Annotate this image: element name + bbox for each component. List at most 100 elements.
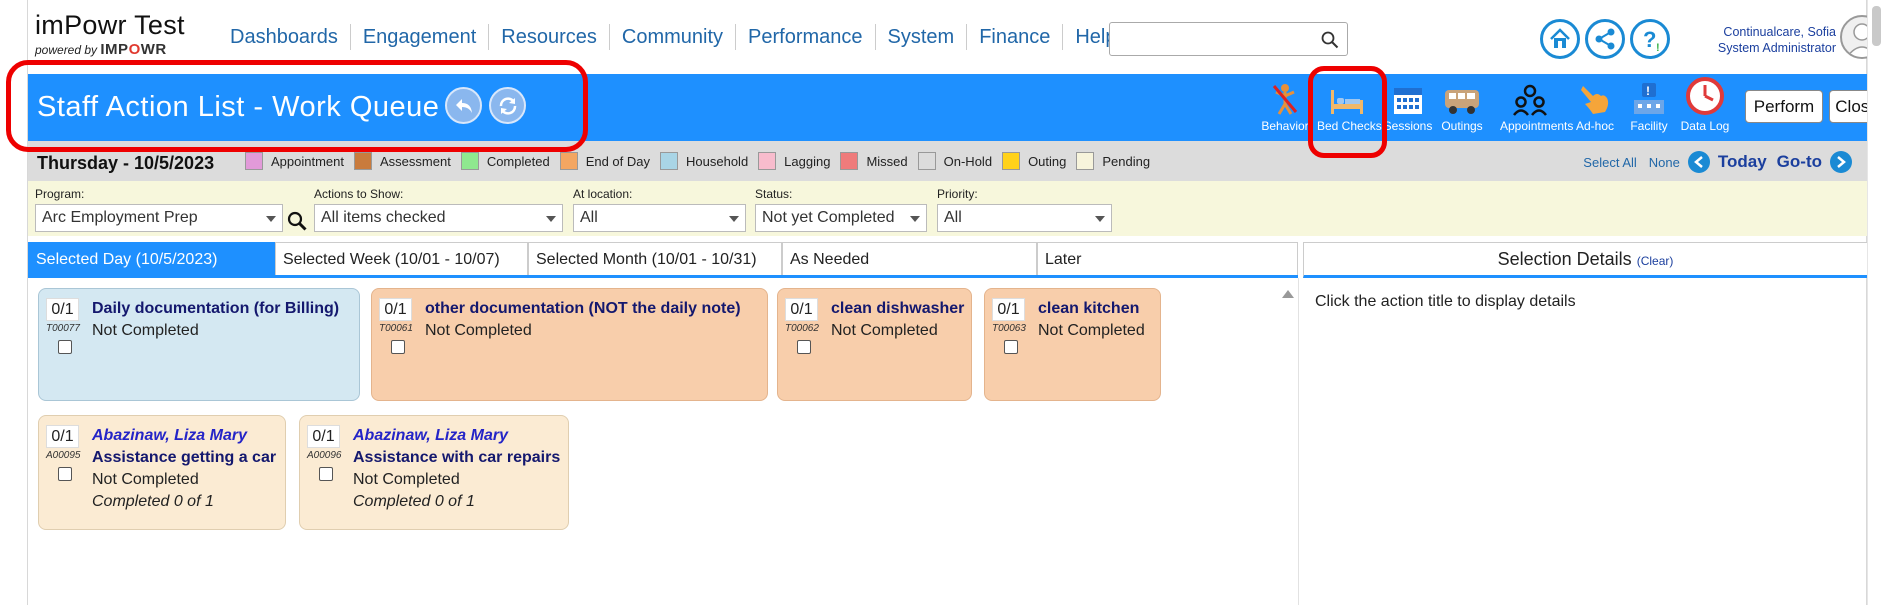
nav-performance[interactable]: Performance	[736, 24, 876, 50]
action-title[interactable]: Assistance with car repairs	[353, 449, 560, 467]
action-checkbox[interactable]	[391, 340, 405, 354]
action-progress: Completed 0 of 1	[92, 493, 214, 510]
tab-as-needed[interactable]: As Needed	[782, 242, 1037, 275]
legend-item: Outing	[1002, 152, 1066, 170]
status-select[interactable]: Not yet Completed	[755, 204, 927, 232]
nav-community[interactable]: Community	[610, 24, 737, 50]
program-select[interactable]: Arc Employment Prep	[35, 204, 283, 232]
client-name[interactable]: Abazinaw, Liza Mary	[353, 427, 508, 445]
action-status: Not Completed	[1038, 322, 1145, 339]
action-title[interactable]: other documentation (NOT the daily note)	[425, 300, 741, 318]
user-name: Continualcare, Sofia	[1723, 25, 1836, 39]
tool-label: Appointments	[1500, 119, 1574, 133]
brand-title: imPowr Test	[35, 10, 185, 40]
legend-swatch	[917, 152, 936, 170]
tool-outings[interactable]: Outings	[1432, 78, 1492, 133]
client-name[interactable]: Abazinaw, Liza Mary	[92, 427, 247, 445]
share-icon[interactable]	[1585, 19, 1625, 59]
nav-resources[interactable]: Resources	[489, 24, 610, 50]
scrollbar[interactable]	[1867, 0, 1886, 605]
chevron-down-icon	[266, 216, 276, 222]
tab-selected-day[interactable]: Selected Day (10/5/2023)	[28, 242, 275, 275]
action-checkbox[interactable]	[1004, 340, 1018, 354]
nav-dashboards[interactable]: Dashboards	[218, 24, 351, 50]
location-select[interactable]: All	[573, 204, 746, 232]
clear-link[interactable]: (Clear)	[1637, 254, 1674, 268]
brand[interactable]: imPowr Test powered by IMPOWR	[35, 10, 185, 58]
legend-swatch	[1076, 152, 1095, 170]
tool-label: Data Log	[1680, 119, 1730, 133]
action-status: Not Completed	[425, 322, 532, 339]
action-title[interactable]: Daily documentation (for Billing)	[92, 300, 339, 318]
perform-button[interactable]: Perform	[1745, 90, 1823, 123]
action-card[interactable]: 0/1 T00063 clean kitchen Not Completed	[984, 288, 1161, 401]
next-day-icon[interactable]	[1830, 151, 1852, 173]
legend-swatch	[840, 152, 859, 170]
priority-select[interactable]: All	[937, 204, 1112, 232]
action-title[interactable]: clean dishwasher	[831, 300, 964, 318]
tool-ad-hoc[interactable]: Ad-hoc	[1565, 78, 1625, 133]
search-icon[interactable]	[1321, 31, 1339, 49]
action-checkbox[interactable]	[797, 340, 811, 354]
today-button[interactable]: Today	[1718, 152, 1767, 172]
select-all-link[interactable]: Select All	[1583, 155, 1636, 170]
action-checkbox[interactable]	[319, 467, 333, 481]
priority-label: Priority:	[937, 187, 978, 201]
tab-selected-week[interactable]: Selected Week (10/01 - 10/07)	[275, 242, 528, 275]
selected-date: Thursday - 10/5/2023	[37, 153, 215, 173]
tab-later[interactable]: Later	[1037, 242, 1298, 275]
tool-data-log[interactable]: Data Log	[1675, 77, 1735, 133]
legend-item: End of Day	[559, 152, 650, 170]
action-title[interactable]: clean kitchen	[1038, 300, 1139, 318]
search-input[interactable]	[1109, 22, 1348, 56]
user-info[interactable]: Continualcare, Sofia System Administrato…	[1688, 24, 1836, 56]
scrollbar-thumb[interactable]	[1872, 6, 1881, 46]
tool-facility[interactable]: ! Facility	[1619, 78, 1679, 133]
chevron-down-icon	[1095, 216, 1105, 222]
goto-button[interactable]: Go-to	[1777, 152, 1822, 172]
action-card[interactable]: 0/1 T00077 Daily documentation (for Bill…	[38, 288, 360, 401]
action-card[interactable]: 0/1 A00096 Abazinaw, Liza Mary Assistanc…	[299, 415, 569, 530]
nav-engagement[interactable]: Engagement	[351, 24, 490, 50]
tool-label: Behavior	[1261, 119, 1309, 133]
tool-behavior[interactable]: Behavior	[1255, 78, 1315, 133]
legend-item: Completed	[460, 152, 550, 170]
action-card[interactable]: 0/1 T00062 clean dishwasher Not Complete…	[777, 288, 972, 401]
action-code: A00095	[46, 450, 81, 461]
tool-sessions[interactable]: Sessions	[1378, 78, 1438, 133]
status-legend: Appointment Assessment Completed End of …	[245, 152, 1160, 170]
search-icon[interactable]	[287, 211, 307, 231]
select-none-link[interactable]: None	[1649, 155, 1680, 170]
hand-icon	[1565, 78, 1625, 116]
action-card[interactable]: 0/1 A00095 Abazinaw, Liza Mary Assistanc…	[38, 415, 286, 530]
tool-label: Sessions	[1383, 119, 1433, 133]
tab-selected-month[interactable]: Selected Month (10/01 - 10/31)	[528, 242, 782, 275]
chevron-down-icon	[546, 216, 556, 222]
nav-system[interactable]: System	[876, 24, 968, 50]
facility-icon: !	[1619, 78, 1679, 116]
tool-appointments[interactable]: Appointments	[1500, 78, 1574, 133]
action-checkbox[interactable]	[58, 340, 72, 354]
scroll-up-icon[interactable]	[1282, 290, 1294, 298]
help-icon[interactable]: ?!	[1630, 19, 1670, 59]
legend-item: Pending	[1076, 152, 1150, 170]
legend-swatch	[460, 152, 479, 170]
home-icon[interactable]	[1540, 19, 1580, 59]
nav-finance[interactable]: Finance	[967, 24, 1064, 50]
action-card[interactable]: 0/1 T00061 other documentation (NOT the …	[371, 288, 768, 401]
action-progress: Completed 0 of 1	[353, 493, 475, 510]
legend-swatch	[245, 152, 263, 170]
selection-details-title: Selection Details	[1497, 249, 1632, 269]
tool-label: Facility	[1630, 119, 1668, 133]
actions-select[interactable]: All items checked	[314, 204, 563, 232]
impowr-logo: IMPOWR	[100, 41, 167, 58]
location-label: At location:	[573, 187, 633, 201]
action-count: 0/1	[46, 425, 79, 448]
prev-day-icon[interactable]	[1687, 151, 1710, 173]
van-icon	[1432, 78, 1492, 116]
action-checkbox[interactable]	[58, 467, 72, 481]
status-label: Status:	[755, 187, 793, 201]
action-code: T00062	[785, 323, 819, 334]
action-code: T00077	[46, 323, 80, 334]
action-title[interactable]: Assistance getting a car	[92, 449, 276, 467]
